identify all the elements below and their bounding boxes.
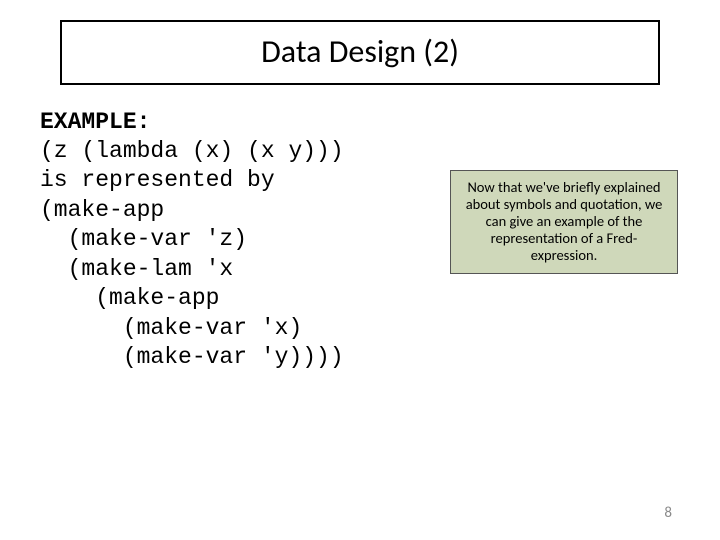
title-box: Data Design (2) [60, 20, 660, 85]
code-block: (z (lambda (x) (x y))) is represented by… [40, 137, 440, 373]
example-label: EXAMPLE: [40, 109, 680, 135]
slide: Data Design (2) EXAMPLE: (z (lambda (x) … [0, 0, 720, 540]
slide-title: Data Design (2) [90, 32, 630, 71]
note-box: Now that we've briefly explained about s… [450, 170, 678, 274]
page-number: 8 [664, 504, 672, 522]
